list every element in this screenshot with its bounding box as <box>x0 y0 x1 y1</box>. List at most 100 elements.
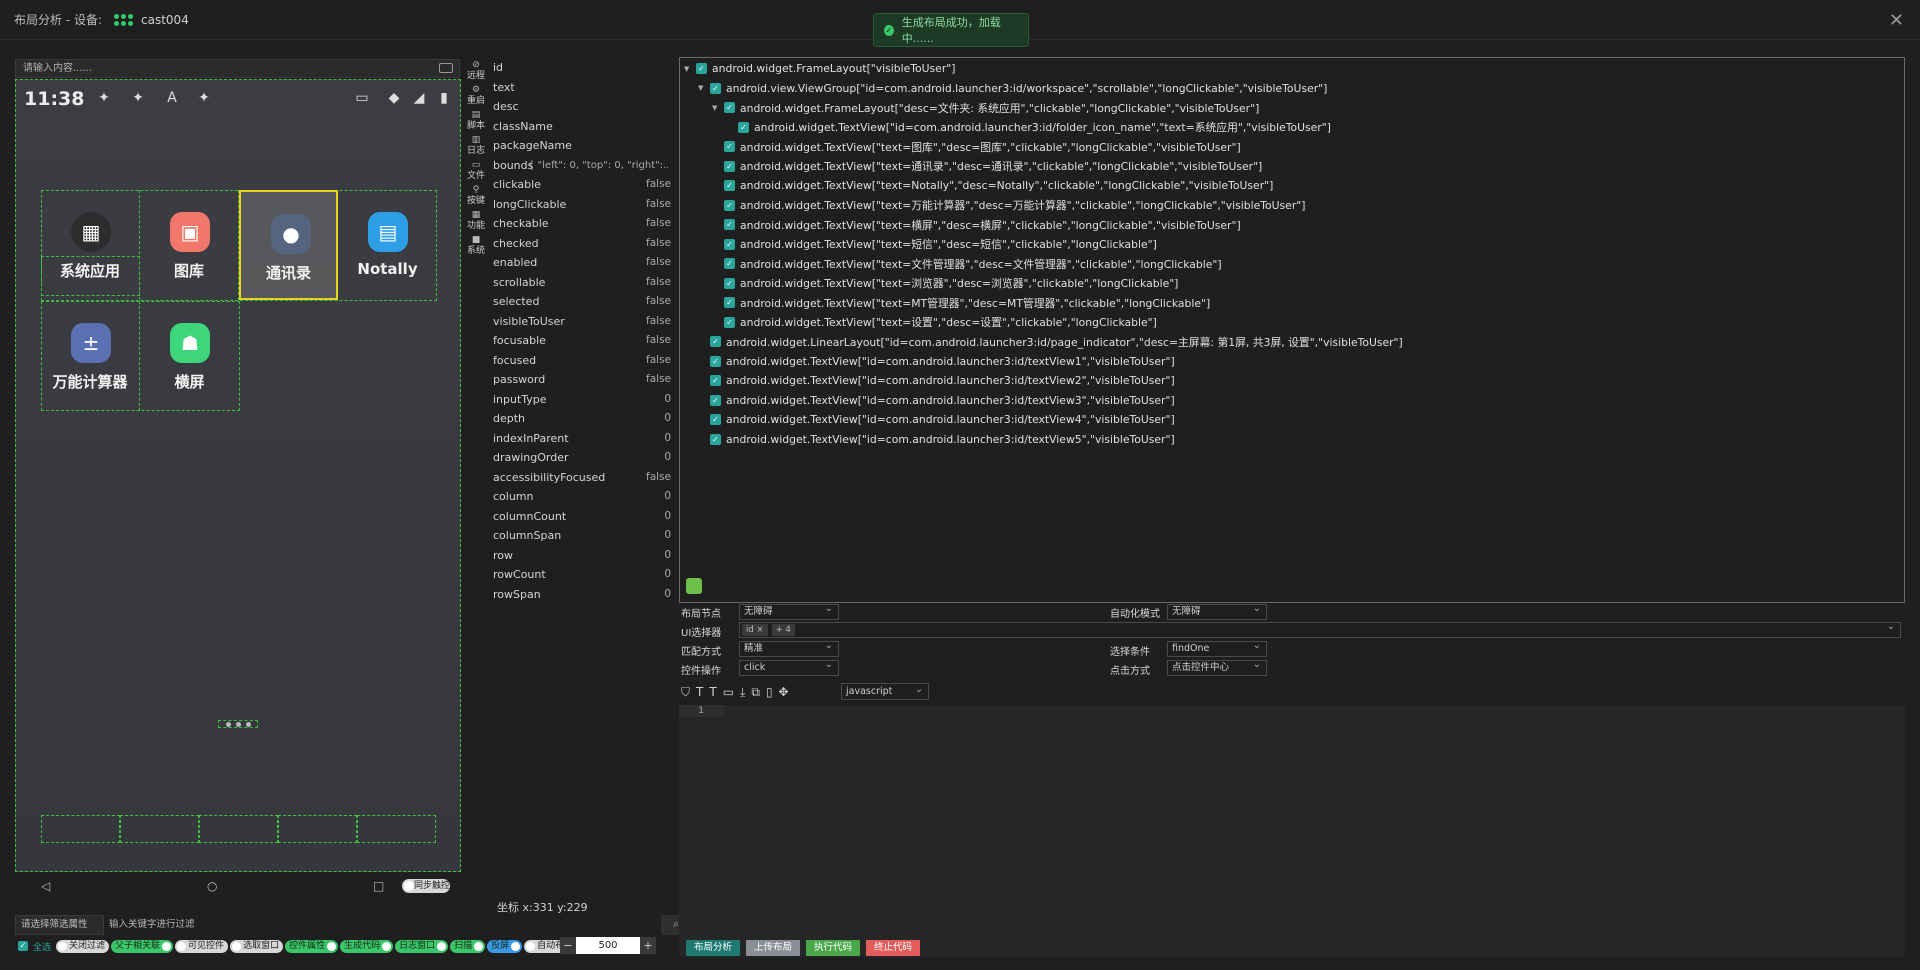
node-checkbox[interactable]: ✓ <box>710 414 721 425</box>
tree-node[interactable]: ✓ android.widget.TextView["text=通讯录","des… <box>712 157 1262 176</box>
trash-icon[interactable]: ▯ <box>766 685 773 699</box>
app-landscape[interactable]: ☗ 横屏 <box>140 301 239 411</box>
toggle-gen-code[interactable]: 生成代码 <box>340 939 394 953</box>
download-icon[interactable]: ⤓ <box>740 685 745 700</box>
back-icon[interactable]: ◁ <box>41 879 50 893</box>
node-checkbox[interactable]: ✓ <box>724 102 735 113</box>
layout-node-select[interactable]: 无障碍 <box>739 602 839 620</box>
op-select[interactable]: click <box>739 658 839 676</box>
app-calculator[interactable]: ± 万能计算器 <box>41 301 140 411</box>
tool-remote[interactable]: ⊘ 远程 <box>463 60 489 85</box>
toggle-props[interactable]: 控件属性 <box>285 939 339 953</box>
stepper-plus-button[interactable]: + <box>640 937 656 954</box>
ui-selector-input[interactable]: id × + 4 <box>739 620 1901 638</box>
tool-script[interactable]: ▤ 脚本 <box>463 110 489 135</box>
app-notally[interactable]: ▤ Notally <box>338 190 437 300</box>
run-code-button[interactable]: 执行代码 <box>806 940 861 956</box>
toggle-visible[interactable]: 可见控件 <box>175 939 229 953</box>
tree-node[interactable]: ▼ ✓ android.view.ViewGroup["id=com.android… <box>698 79 1327 98</box>
tree-node[interactable]: ✓ android.widget.TextView["id=com.android… <box>698 371 1175 390</box>
toggle-filter[interactable]: 关闭过滤 <box>56 939 110 953</box>
node-checkbox[interactable]: ✓ <box>724 238 735 250</box>
node-checkbox[interactable]: ✓ <box>710 336 721 347</box>
selector-tag[interactable]: id × <box>742 624 768 636</box>
tool-system[interactable]: ■ 系统 <box>463 235 489 260</box>
tree-node[interactable]: ✓ android.widget.TextView["text=文件管理器","d… <box>712 254 1222 273</box>
tree-node[interactable]: ✓ android.widget.LinearLayout["id=com.and… <box>698 332 1403 351</box>
node-checkbox[interactable]: ✓ <box>710 375 721 386</box>
selector-tag[interactable]: + 4 <box>771 624 795 636</box>
node-checkbox[interactable]: ✓ <box>724 277 735 289</box>
tree-node[interactable]: ✓ android.widget.TextView["id=com.android… <box>698 430 1175 449</box>
tool-keys[interactable]: ⚲ 按键 <box>463 185 489 210</box>
toggle-parent-child[interactable]: 父子相关联 <box>111 939 174 953</box>
stop-code-button[interactable]: 终止代码 <box>866 940 921 956</box>
node-checkbox[interactable]: ✓ <box>696 63 707 74</box>
shirt-icon[interactable]: ⛉ <box>681 685 690 700</box>
tree-node[interactable]: ✓ android.widget.TextView["text=MT管理器","d… <box>712 293 1210 312</box>
toggle-pick-window[interactable]: 选取窗口 <box>230 939 284 953</box>
node-checkbox[interactable]: ✓ <box>724 219 735 230</box>
dock-slot[interactable] <box>120 815 199 843</box>
dock-slot[interactable] <box>278 815 357 843</box>
match-select[interactable]: 精准 <box>739 639 839 657</box>
app-system[interactable]: ▦ 系统应用 <box>41 190 140 300</box>
tree-node[interactable]: ✓ android.widget.TextView["text=横屏","desc… <box>712 215 1241 234</box>
select-cond-select[interactable]: findOne <box>1167 639 1267 657</box>
node-checkbox[interactable]: ✓ <box>724 141 735 152</box>
keyboard-icon[interactable] <box>439 63 453 73</box>
tool-file[interactable]: ▭ 文件 <box>463 160 489 185</box>
open-folder-icon[interactable]: ▭ <box>723 685 734 699</box>
tree-node[interactable]: ✓ android.widget.TextView["text=图库","desc… <box>712 137 1241 156</box>
text-size-small-icon[interactable]: T <box>709 685 716 699</box>
dock-slot[interactable] <box>199 815 278 843</box>
tree-node[interactable]: ✓ android.widget.TextView["text=Notally",… <box>712 176 1273 195</box>
filter-keyword-input[interactable]: 输入关键字进行过滤 <box>105 915 655 935</box>
layout-analyze-button[interactable]: 布局分析 <box>686 940 741 956</box>
phone-screen[interactable]: 11:38 ✦ ✦ A ✦ ▭ ◆ ◢ ▮ ▦ 系统应用 ▣ 图库 ● 通讯录 … <box>15 79 461 872</box>
node-checkbox[interactable]: ✓ <box>724 180 735 191</box>
node-checkbox[interactable]: ✓ <box>710 82 721 94</box>
node-checkbox[interactable]: ✓ <box>710 433 721 445</box>
tree-node[interactable]: ✓ android.widget.TextView["id=com.android… <box>698 410 1175 429</box>
toggle-log-window[interactable]: 日志窗口 <box>395 939 449 953</box>
tree-node[interactable]: ✓ android.widget.TextView["id=com.android… <box>698 391 1175 410</box>
expand-arrow-icon[interactable]: ▼ <box>712 104 720 112</box>
node-checkbox[interactable]: ✓ <box>724 297 735 308</box>
copy-icon[interactable]: ⧉ <box>751 685 760 700</box>
sync-touch-toggle[interactable]: 同步触控 <box>402 879 450 893</box>
move-icon[interactable]: ✥ <box>779 685 789 699</box>
upload-layout-button[interactable]: 上传布局 <box>746 940 801 956</box>
home-icon[interactable]: ○ <box>207 879 217 893</box>
tree-node[interactable]: ✓ android.widget.TextView["text=设置","desc… <box>712 313 1157 332</box>
expand-arrow-icon[interactable]: ▼ <box>698 84 706 92</box>
text-size-icon[interactable]: T <box>696 685 703 699</box>
dock-slot[interactable] <box>41 815 120 843</box>
node-checkbox[interactable]: ✓ <box>710 394 721 406</box>
code-editor[interactable]: 1 <box>679 705 1905 957</box>
tree-node[interactable]: ▼ ✓ android.widget.FrameLayout["visibleToU… <box>684 59 955 78</box>
tree-node[interactable]: ✓ android.widget.TextView["id=com.android… <box>698 352 1175 371</box>
tool-function[interactable]: ▦ 功能 <box>463 210 489 235</box>
app-gallery[interactable]: ▣ 图库 <box>140 190 239 300</box>
tree-node[interactable]: ✓ android.widget.TextView["text=短信","desc… <box>712 235 1157 254</box>
dock-slot[interactable] <box>357 815 436 843</box>
tree-node[interactable]: ✓ android.widget.TextView["id=com.android… <box>726 118 1331 137</box>
page-indicator[interactable] <box>218 720 258 728</box>
tree-node[interactable]: ✓ android.widget.TextView["text=浏览器","des… <box>712 274 1178 293</box>
node-checkbox[interactable]: ✓ <box>724 199 735 211</box>
tree-node[interactable]: ✓ android.widget.TextView["text=万能计算器","d… <box>712 196 1305 215</box>
tool-log[interactable]: ▥ 日志 <box>463 135 489 160</box>
click-mode-select[interactable]: 点击控件中心 <box>1167 658 1267 676</box>
select-all-checkbox[interactable]: ✓ <box>18 941 28 951</box>
auto-mode-select[interactable]: 无障碍 <box>1167 602 1267 620</box>
tool-restart[interactable]: ⚙ 重启 <box>463 85 489 110</box>
node-checkbox[interactable]: ✓ <box>724 316 735 328</box>
app-contacts[interactable]: ● 通讯录 <box>239 190 338 300</box>
stepper-value[interactable]: 500 <box>576 937 640 954</box>
toggle-scan[interactable]: 扫描 <box>450 939 486 953</box>
node-checkbox[interactable]: ✓ <box>724 160 735 172</box>
filter-attribute-select[interactable]: 请选择筛选属性 <box>15 915 104 935</box>
close-icon[interactable]: ✕ <box>1889 10 1904 31</box>
node-checkbox[interactable]: ✓ <box>710 355 721 367</box>
